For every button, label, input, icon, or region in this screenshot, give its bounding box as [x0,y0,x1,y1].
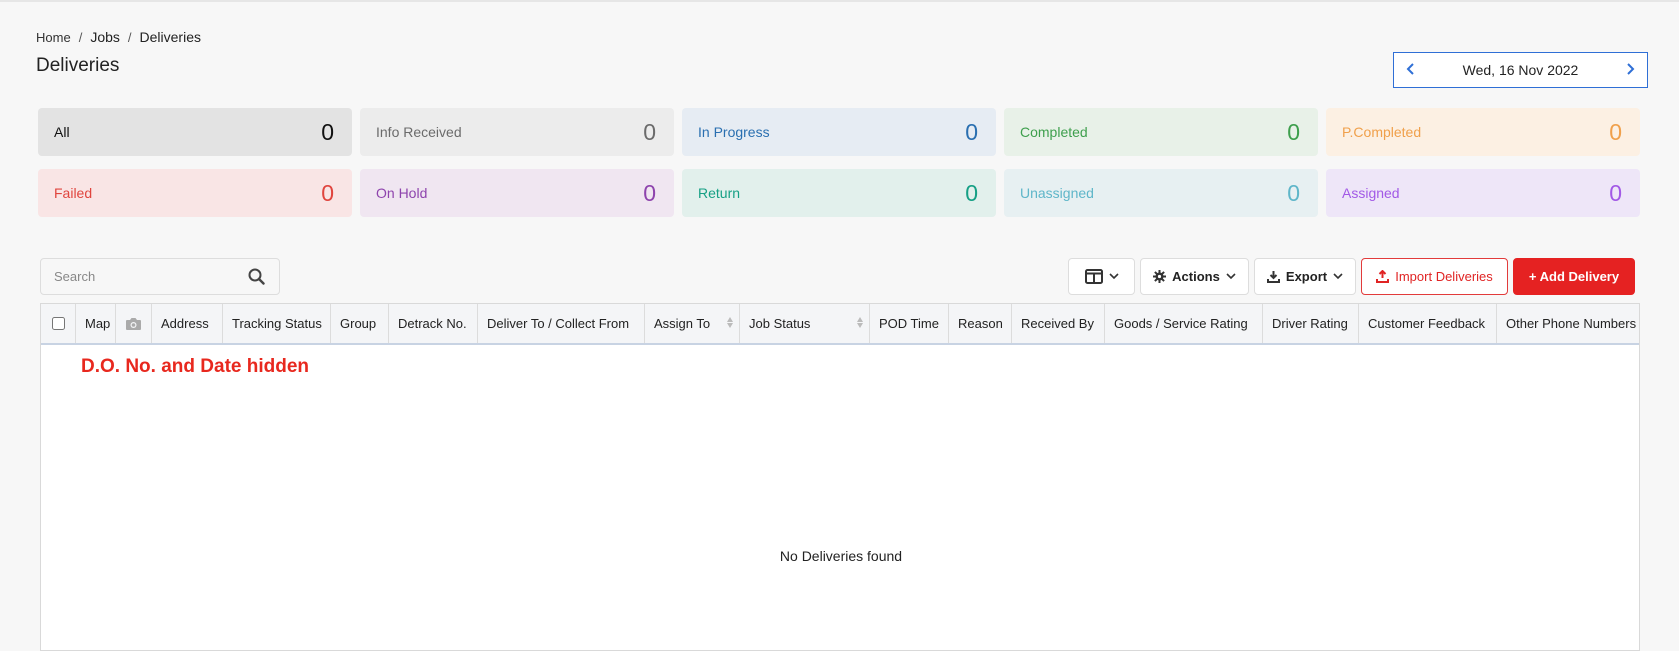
status-card-count: 0 [965,118,978,145]
status-card-assigned[interactable]: Assigned 0 [1326,169,1640,217]
breadcrumb: Home / Jobs / Deliveries [36,29,201,45]
next-date-button[interactable] [1625,62,1635,78]
column-header[interactable]: Map [76,304,116,343]
camera-icon [126,317,141,330]
table-header: Map Address Tracking Status Group Detrac… [41,304,1639,345]
chevron-down-icon [1226,273,1236,280]
status-card-count: 0 [1287,118,1300,145]
column-header-sortable[interactable]: Assign To [645,304,740,343]
column-header[interactable]: Reason [949,304,1012,343]
status-card-return[interactable]: Return 0 [682,169,996,217]
previous-date-button[interactable] [1406,62,1416,78]
status-card-failed[interactable]: Failed 0 [38,169,352,217]
status-card-label: Assigned [1342,185,1400,201]
status-card-label: On Hold [376,185,428,201]
gear-icon [1153,270,1167,283]
status-card-label: In Progress [698,124,770,140]
select-all-checkbox[interactable] [51,317,65,330]
column-header: Job Status [749,316,811,331]
status-card-p-completed[interactable]: P.Completed 0 [1326,108,1640,156]
status-card-count: 0 [643,179,656,206]
chevron-down-icon [1108,273,1119,280]
column-header[interactable]: Deliver To / Collect From [478,304,645,343]
export-label: Export [1285,269,1328,284]
status-card-label: Return [698,185,741,201]
status-card-count: 0 [1609,179,1622,206]
column-header[interactable]: Other Phone Numbers [1497,304,1637,343]
column-header[interactable]: Group [331,304,389,343]
photo-column-header [116,304,152,343]
status-card-label: Completed [1020,124,1088,140]
deliveries-table: Map Address Tracking Status Group Detrac… [40,303,1640,651]
column-header[interactable]: POD Time [870,304,949,343]
status-card-label: P.Completed [1342,124,1422,140]
status-card-count: 0 [1609,118,1622,145]
column-header[interactable]: Customer Feedback [1359,304,1497,343]
status-card-count: 0 [965,179,978,206]
search-input[interactable] [54,269,234,284]
column-toggle-button[interactable] [1068,258,1135,295]
status-card-in-progress[interactable]: In Progress 0 [682,108,996,156]
column-header[interactable]: Address [152,304,223,343]
actions-dropdown[interactable]: Actions [1140,258,1249,295]
page-title: Deliveries [36,55,120,76]
import-deliveries-button[interactable]: Import Deliveries [1361,258,1508,295]
status-card-label: Unassigned [1020,185,1094,201]
status-card-label: Failed [54,185,93,201]
column-header[interactable]: Received By [1012,304,1105,343]
status-card-unassigned[interactable]: Unassigned 0 [1004,169,1318,217]
columns-icon [1084,269,1103,284]
actions-label: Actions [1172,269,1220,284]
status-card-all[interactable]: All 0 [38,108,352,156]
breadcrumb-separator: / [78,29,83,45]
column-header: Assign To [654,316,711,331]
import-label: Import Deliveries [1395,269,1493,284]
status-card-on-hold[interactable]: On Hold 0 [360,169,674,217]
current-date[interactable]: Wed, 16 Nov 2022 [1463,62,1579,78]
status-card-count: 0 [1287,179,1300,206]
sort-icon [727,317,733,328]
status-card-info-received[interactable]: Info Received 0 [360,108,674,156]
status-card-completed[interactable]: Completed 0 [1004,108,1318,156]
status-card-label: Info Received [376,124,462,140]
status-card-label: All [54,124,70,140]
column-header[interactable]: Tracking Status [223,304,331,343]
upload-icon [1376,270,1390,283]
status-card-count: 0 [321,118,334,145]
breadcrumb-jobs[interactable]: Jobs [90,29,120,45]
chevron-down-icon [1333,273,1343,280]
breadcrumb-home[interactable]: Home [36,30,71,45]
annotation-note: D.O. No. and Date hidden [81,356,310,377]
chevron-left-icon [1406,63,1414,75]
status-card-count: 0 [321,179,334,206]
column-header[interactable]: Goods / Service Rating [1105,304,1263,343]
column-header-sortable[interactable]: Job Status [740,304,870,343]
download-icon [1266,271,1280,283]
add-delivery-label: + Add Delivery [1528,269,1620,284]
column-header[interactable]: Detrack No. [389,304,478,343]
date-navigator: Wed, 16 Nov 2022 [1393,52,1648,88]
search-icon[interactable] [248,268,265,285]
chevron-right-icon [1627,63,1635,75]
search-box [40,258,280,295]
top-border [0,0,1679,2]
select-all-cell [41,304,76,343]
status-card-count: 0 [643,118,656,145]
empty-state-message: No Deliveries found [779,548,903,564]
export-dropdown[interactable]: Export [1254,258,1356,295]
column-header[interactable]: Driver Rating [1263,304,1359,343]
add-delivery-button[interactable]: + Add Delivery [1513,258,1635,295]
breadcrumb-separator: / [127,29,132,45]
breadcrumb-current: Deliveries [139,29,201,45]
sort-icon [857,317,863,328]
